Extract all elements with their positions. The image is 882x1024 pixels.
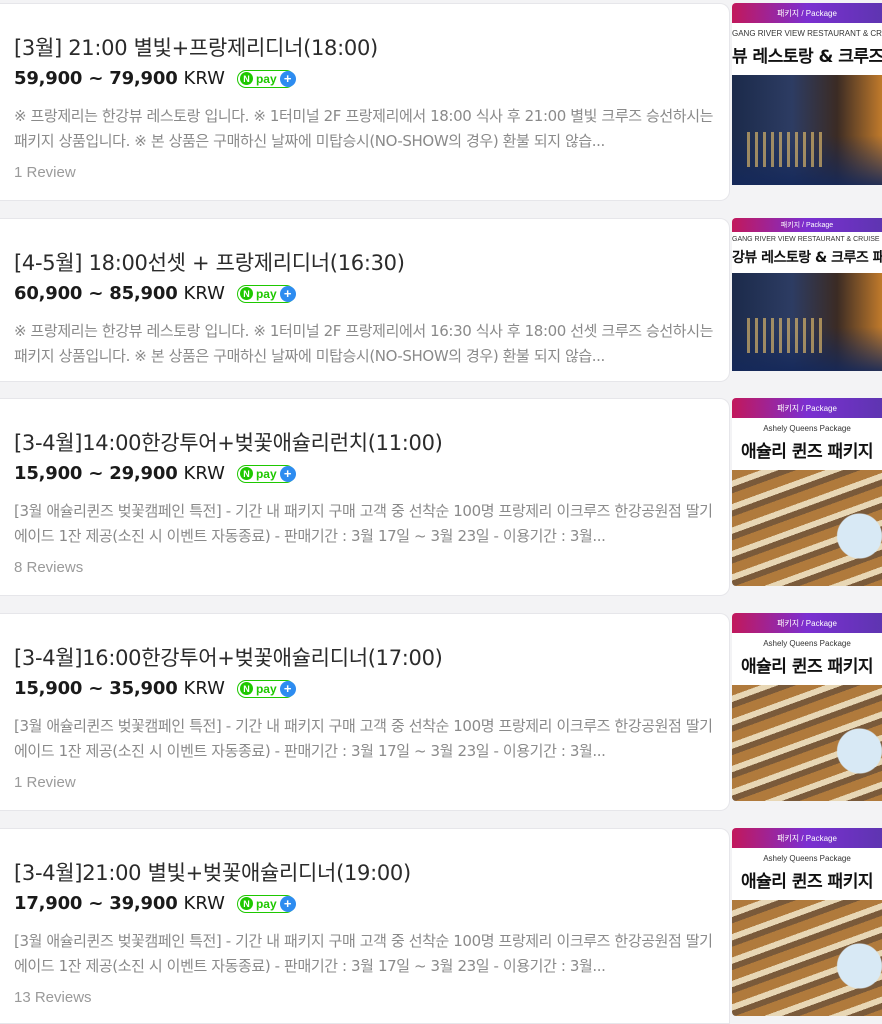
review-count[interactable]: 13 Reviews — [14, 989, 92, 1006]
thumbnail-heading: 뷰 레스토랑 & 크루즈 패 — [732, 38, 882, 75]
review-count[interactable]: 1 Review — [14, 774, 76, 791]
listing-title[interactable]: [3-4월]21:00 별빛+벚꽃애슐리디너(19:00) — [14, 857, 411, 887]
review-count[interactable]: 1 Review — [14, 164, 76, 181]
npay-plus-icon: Npay + — [236, 679, 296, 698]
thumbnail-banner: 패키지 / Package — [732, 218, 882, 232]
listing-thumbnail[interactable]: 패키지 / Package Ashely Queens Package 애슐리 … — [732, 613, 882, 801]
currency: KRW — [183, 283, 225, 304]
thumbnail-heading: 강뷰 레스토랑 & 크루즈 패키 — [732, 243, 882, 273]
night-cruise-photo — [732, 75, 882, 185]
thumbnail-banner: 패키지 / Package — [732, 3, 882, 23]
buffet-food-photo — [732, 685, 882, 801]
thumbnail-heading: 애슐리 퀸즈 패키지 — [732, 433, 882, 470]
thumbnail-subtitle: Ashely Queens Package — [732, 848, 882, 863]
currency: KRW — [183, 463, 225, 484]
listing-card-5[interactable]: [3-4월]21:00 별빛+벚꽃애슐리디너(19:00) 17,900 ~ 3… — [0, 828, 730, 1024]
price-range: 60,900 ~ 85,900 — [14, 283, 178, 304]
currency: KRW — [183, 68, 225, 89]
thumbnail-heading: 애슐리 퀸즈 패키지 — [732, 648, 882, 685]
buffet-food-photo — [732, 470, 882, 586]
listing-thumbnail[interactable]: 패키지 / Package GANG RIVER VIEW RESTAURANT… — [732, 3, 882, 201]
thumbnail-subtitle: GANG RIVER VIEW RESTAURANT & CRUISE PACK — [732, 232, 882, 243]
thumbnail-subtitle: Ashely Queens Package — [732, 633, 882, 648]
price-range: 15,900 ~ 35,900 — [14, 678, 178, 699]
price-range: 15,900 ~ 29,900 — [14, 463, 178, 484]
npay-plus-icon: Npay + — [236, 894, 296, 913]
price-row: 60,900 ~ 85,900 KRW Npay + — [14, 283, 296, 304]
thumbnail-subtitle: GANG RIVER VIEW RESTAURANT & CRUISE PA — [732, 23, 882, 38]
currency: KRW — [183, 893, 225, 914]
buffet-food-photo — [732, 900, 882, 1016]
listing-card-1[interactable]: [3월] 21:00 별빛+프랑제리디너(18:00) 59,900 ~ 79,… — [0, 3, 730, 201]
price-range: 17,900 ~ 39,900 — [14, 893, 178, 914]
thumbnail-banner: 패키지 / Package — [732, 613, 882, 633]
night-cruise-photo — [732, 273, 882, 371]
listing-description: ※ 프랑제리는 한강뷰 레스토랑 입니다. ※ 1터미널 2F 프랑제리에서 1… — [14, 107, 713, 150]
listing-thumbnail[interactable]: 패키지 / Package Ashely Queens Package 애슐리 … — [732, 398, 882, 586]
listing-card-3[interactable]: [3-4월]14:00한강투어+벚꽃애슐리런치(11:00) 15,900 ~ … — [0, 398, 730, 596]
thumbnail-heading: 애슐리 퀸즈 패키지 — [732, 863, 882, 900]
price-row: 15,900 ~ 35,900 KRW Npay + — [14, 678, 296, 699]
price-row: 59,900 ~ 79,900 KRW Npay + — [14, 68, 296, 89]
thumbnail-banner: 패키지 / Package — [732, 828, 882, 848]
listing-card-2[interactable]: [4-5월] 18:00선셋 + 프랑제리디너(16:30) 60,900 ~ … — [0, 218, 730, 382]
listing-thumbnail[interactable]: 패키지 / Package Ashely Queens Package 애슐리 … — [732, 828, 882, 1016]
listing-description: [3월 애슐리퀸즈 벚꽃캠페인 특전] - 기간 내 패키지 구매 고객 중 선… — [14, 932, 713, 975]
review-count[interactable]: 8 Reviews — [14, 559, 83, 576]
npay-plus-icon: Npay + — [236, 464, 296, 483]
thumbnail-banner: 패키지 / Package — [732, 398, 882, 418]
price-range: 59,900 ~ 79,900 — [14, 68, 178, 89]
listing-thumbnail[interactable]: 패키지 / Package GANG RIVER VIEW RESTAURANT… — [732, 218, 882, 382]
npay-plus-icon: Npay + — [236, 284, 296, 303]
listing-title[interactable]: [3-4월]14:00한강투어+벚꽃애슐리런치(11:00) — [14, 427, 443, 457]
listing-description: [3월 애슐리퀸즈 벚꽃캠페인 특전] - 기간 내 패키지 구매 고객 중 선… — [14, 717, 713, 760]
thumbnail-subtitle: Ashely Queens Package — [732, 418, 882, 433]
listing-title[interactable]: [3-4월]16:00한강투어+벚꽃애슐리디너(17:00) — [14, 642, 443, 672]
price-row: 17,900 ~ 39,900 KRW Npay + — [14, 893, 296, 914]
listing-title[interactable]: [3월] 21:00 별빛+프랑제리디너(18:00) — [14, 32, 378, 62]
npay-plus-icon: Npay + — [236, 69, 296, 88]
price-row: 15,900 ~ 29,900 KRW Npay + — [14, 463, 296, 484]
listing-card-4[interactable]: [3-4월]16:00한강투어+벚꽃애슐리디너(17:00) 15,900 ~ … — [0, 613, 730, 811]
listing-description: ※ 프랑제리는 한강뷰 레스토랑 입니다. ※ 1터미널 2F 프랑제리에서 1… — [14, 322, 713, 365]
listing-description: [3월 애슐리퀸즈 벚꽃캠페인 특전] - 기간 내 패키지 구매 고객 중 선… — [14, 502, 713, 545]
currency: KRW — [183, 678, 225, 699]
listing-title[interactable]: [4-5월] 18:00선셋 + 프랑제리디너(16:30) — [14, 247, 405, 277]
